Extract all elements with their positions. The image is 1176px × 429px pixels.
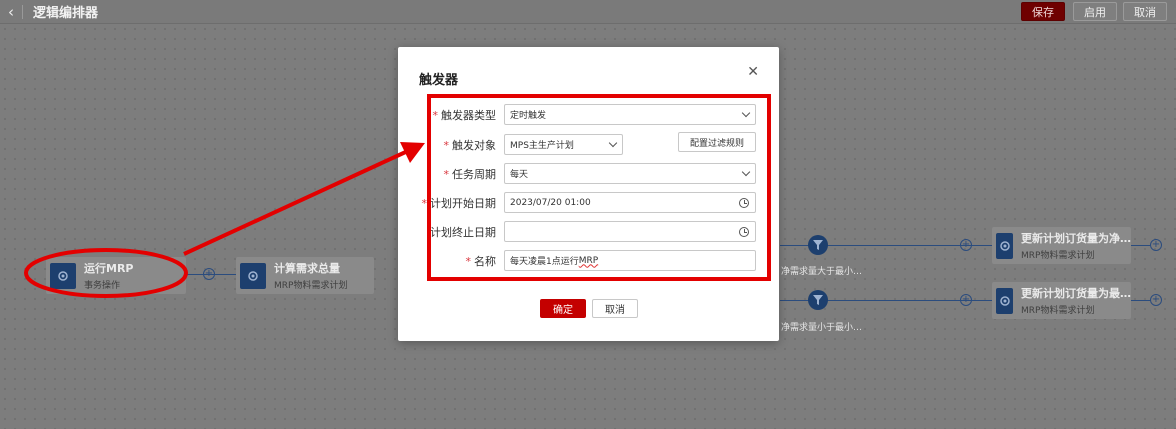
enable-button[interactable]: 启用 [1073, 2, 1117, 21]
node-title: 更新计划订货量为净… [1021, 232, 1131, 245]
node-title: 更新计划订货量为最… [1021, 287, 1131, 300]
cancel-button[interactable]: 取消 [1123, 2, 1167, 21]
gear-icon [240, 262, 266, 289]
connector-line [1131, 300, 1151, 301]
filter-label: 净需求量小于最小… [781, 323, 863, 333]
node-title: 运行MRP [84, 262, 134, 275]
node-subtitle: 事务操作 [84, 281, 121, 291]
flow-node-update-net[interactable]: 更新计划订货量为净… MRP物料需求计划 [992, 227, 1131, 264]
close-icon[interactable]: ✕ [747, 64, 759, 80]
flow-node-update-min[interactable]: 更新计划订货量为最… MRP物料需求计划 [992, 282, 1131, 319]
connector-line [1131, 245, 1151, 246]
chevron-left-icon[interactable]: ‹ [0, 0, 22, 24]
filter-label: 净需求量大于最小… [781, 267, 863, 277]
trigger-dialog: 触发器 ✕ * 触发器类型 定时触发 * 触发对象 MPS主生产计划 配置过滤规则 … [398, 47, 779, 341]
dialog-title: 触发器 [419, 73, 459, 88]
add-node-icon[interactable]: + [960, 239, 972, 251]
add-node-icon[interactable]: + [1150, 294, 1162, 306]
filter-icon[interactable] [808, 235, 828, 255]
node-subtitle: MRP物料需求计划 [274, 281, 348, 291]
add-node-icon[interactable]: + [1150, 239, 1162, 251]
save-button[interactable]: 保存 [1021, 2, 1065, 21]
node-title: 计算需求总量 [274, 262, 340, 275]
node-subtitle: MRP物料需求计划 [1021, 306, 1095, 316]
annotation-highlight-box [427, 94, 771, 281]
add-node-icon[interactable]: + [203, 268, 215, 280]
top-bar: ‹ 逻辑编排器 保存 启用 取消 [0, 0, 1176, 24]
flow-node-run-mrp[interactable]: 运行MRP 事务操作 [46, 257, 186, 294]
dialog-cancel-button[interactable]: 取消 [592, 299, 638, 318]
gear-icon [996, 287, 1013, 314]
gear-icon [996, 232, 1013, 259]
node-subtitle: MRP物料需求计划 [1021, 251, 1095, 261]
confirm-button[interactable]: 确定 [540, 299, 586, 318]
filter-icon[interactable] [808, 290, 828, 310]
gear-icon [50, 262, 76, 289]
header-divider [22, 4, 23, 19]
page-title: 逻辑编排器 [33, 6, 99, 21]
add-node-icon[interactable]: + [960, 294, 972, 306]
flow-node-calc-demand[interactable]: 计算需求总量 MRP物料需求计划 [236, 257, 374, 294]
